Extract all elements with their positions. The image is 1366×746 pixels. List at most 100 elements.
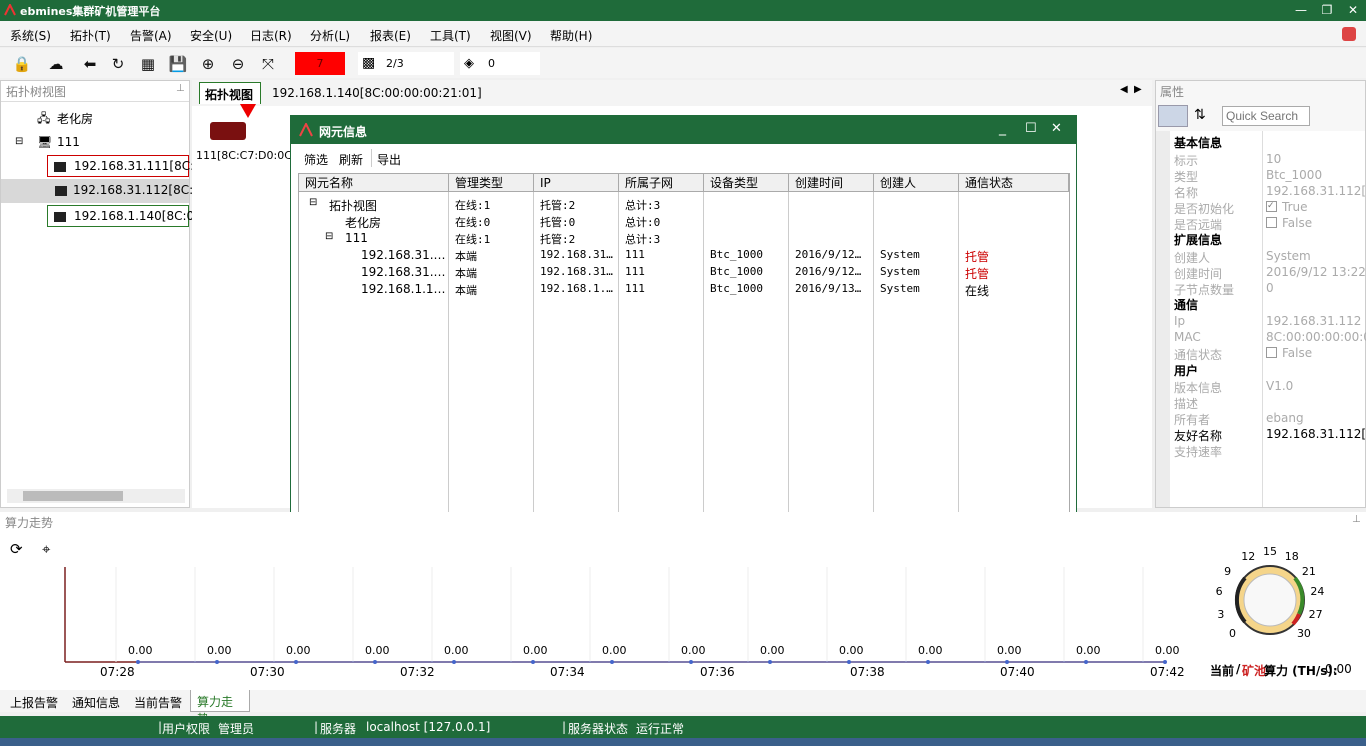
cell-status: 托管 xyxy=(965,250,990,264)
export-button[interactable]: 导出 xyxy=(377,151,401,168)
table-row[interactable]: 192.168.31.… 本端 192.168.31… 111 Btc_1000 2016… xyxy=(299,264,1069,281)
close-button[interactable]: ✕ xyxy=(1342,2,1364,18)
dialog-minimize-icon[interactable]: _ xyxy=(999,120,1006,136)
crosshair-icon[interactable]: ⌖ xyxy=(42,540,50,558)
prop-key: 所有者 xyxy=(1174,413,1211,427)
cell-creator: System xyxy=(880,265,920,278)
group-user[interactable]: 用户 xyxy=(1174,362,1198,379)
tree-node-miner-2[interactable]: 192.168.31.112[8C:00:0 xyxy=(1,179,220,203)
fit-icon[interactable]: ⤧ xyxy=(258,54,278,74)
tree-node-miner-3[interactable]: 192.168.1.140[8C:00:00 xyxy=(47,205,221,227)
data-label: 0.00 xyxy=(918,644,943,657)
cloud-icon[interactable]: ☁ xyxy=(46,54,66,74)
prop-key: Ip xyxy=(1174,314,1186,328)
minimize-button[interactable]: — xyxy=(1290,2,1312,18)
tab-reported-alarms[interactable]: 上报告警 xyxy=(10,694,58,711)
table-row[interactable]: 192.168.31.… 本端 192.168.31… 111 Btc_1000 2016… xyxy=(299,247,1069,264)
zoom-in-icon[interactable]: ⊕ xyxy=(198,54,218,74)
col-header-ip[interactable]: IP xyxy=(534,174,619,192)
col-header-subnet[interactable]: 所属子网 xyxy=(619,174,704,192)
dialog-close-icon[interactable]: ✕ xyxy=(1051,121,1062,136)
menu-system[interactable]: 系统(S) xyxy=(10,27,51,44)
menu-topology[interactable]: 拓扑(T) xyxy=(70,27,111,44)
tree-node-miner-1[interactable]: 192.168.31.111[8C:C7:D xyxy=(47,155,223,177)
dialog-title-bar[interactable]: 网元信息 _ ☐ ✕ xyxy=(291,116,1076,144)
pin-icon[interactable]: ⊥ xyxy=(1352,514,1361,525)
pin-icon[interactable]: ⊥ xyxy=(176,83,185,94)
panel-title: 拓扑树视图 xyxy=(6,85,67,99)
dialog-maximize-icon[interactable]: ☐ xyxy=(1025,121,1037,136)
sort-az-icon[interactable]: ⇅ xyxy=(1194,107,1206,123)
cell-status: 在线 xyxy=(965,284,990,298)
collapse-icon[interactable]: ⊟ xyxy=(15,136,23,147)
tab-scroll-right-icon[interactable]: ▶ xyxy=(1134,84,1142,95)
menu-help[interactable]: 帮助(H) xyxy=(550,27,592,44)
save-icon[interactable]: 💾 xyxy=(168,54,188,74)
filter-button[interactable]: 筛选 xyxy=(304,151,328,168)
checkbox-checked[interactable]: ✓ xyxy=(1266,201,1277,212)
menu-tools[interactable]: 工具(T) xyxy=(430,27,471,44)
col-header-name[interactable]: 网元名称 xyxy=(299,174,449,192)
tab-notifications[interactable]: 通知信息 xyxy=(72,694,120,711)
cell-ip: 托管:0 xyxy=(540,216,576,229)
menu-view[interactable]: 视图(V) xyxy=(490,27,532,44)
data-label: 0.00 xyxy=(365,644,390,657)
dialog-title: 网元信息 xyxy=(319,125,368,139)
col-header-mgmt[interactable]: 管理类型 xyxy=(449,174,534,192)
categorized-view-icon[interactable] xyxy=(1158,105,1188,127)
table-row[interactable]: ⊟ 111 在线:1 托管:2 总计:3 xyxy=(299,230,1069,247)
prop-value: 8C:00:00:00:00:0 xyxy=(1266,330,1366,344)
table-row[interactable]: 老化房 在线:0 托管:0 总计:0 xyxy=(299,213,1069,230)
restore-button[interactable]: ❐ xyxy=(1316,2,1338,18)
server-value: localhost [127.0.0.1] xyxy=(366,720,491,734)
tab-device[interactable]: 192.168.1.140[8C:00:00:00:21:01] xyxy=(272,86,482,100)
tree-node-icon: 🖧 xyxy=(37,111,51,125)
horizontal-scrollbar[interactable] xyxy=(7,489,185,503)
cell-type: Btc_1000 xyxy=(710,282,763,295)
table-row[interactable]: ⊟ 拓扑视图 在线:1 托管:2 总计:3 xyxy=(299,196,1069,213)
prop-key: 通信状态 xyxy=(1174,348,1223,362)
table-row[interactable]: 192.168.1.1… 本端 192.168.1.… 111 Btc_1000 2016… xyxy=(299,281,1069,298)
menu-alarm[interactable]: 告警(A) xyxy=(130,27,172,44)
col-header-creator[interactable]: 创建人 xyxy=(874,174,959,192)
menu-analysis[interactable]: 分析(L) xyxy=(310,27,350,44)
cell-name: 拓扑视图 xyxy=(329,199,378,213)
tree-node-aging-room[interactable]: 老化房 xyxy=(57,110,93,127)
expand-toggle-icon[interactable]: ⊟ xyxy=(325,231,333,242)
col-header-type[interactable]: 设备类型 xyxy=(704,174,789,192)
tab-current-alarms[interactable]: 当前告警 xyxy=(134,694,182,711)
view-tabs: 拓扑视图 192.168.1.140[8C:00:00:00:21:01] ◀ … xyxy=(192,80,1152,106)
cell-name: 192.168.31.… xyxy=(361,265,446,279)
expand-toggle-icon[interactable]: ⊟ xyxy=(309,197,317,208)
zoom-out-icon[interactable]: ⊖ xyxy=(228,54,248,74)
notification-icon[interactable] xyxy=(1342,27,1356,41)
prop-key: 创建人 xyxy=(1174,251,1211,265)
tab-hashrate-trend[interactable]: 算力走势 xyxy=(190,690,250,726)
alarm-count-badge[interactable]: 7 xyxy=(295,52,345,75)
tab-scroll-left-icon[interactable]: ◀ xyxy=(1120,84,1128,95)
col-header-status[interactable]: 通信状态 xyxy=(959,174,1069,192)
menu-log[interactable]: 日志(R) xyxy=(250,27,292,44)
group-communication[interactable]: 通信 xyxy=(1174,296,1198,313)
menu-security[interactable]: 安全(U) xyxy=(190,27,232,44)
group-extended[interactable]: 扩展信息 xyxy=(1174,231,1222,248)
checkbox-unchecked[interactable] xyxy=(1266,347,1277,358)
cell-mgmt: 在线:1 xyxy=(455,199,491,212)
back-icon[interactable]: ⬅ xyxy=(80,54,100,74)
grid-icon[interactable]: ▦ xyxy=(138,54,158,74)
col-header-created[interactable]: 创建时间 xyxy=(789,174,874,192)
menu-report[interactable]: 报表(E) xyxy=(370,27,411,44)
tree-node-111[interactable]: 111 xyxy=(57,135,80,149)
refresh-icon[interactable]: ⟳ xyxy=(10,540,23,558)
refresh-button[interactable]: 刷新 xyxy=(339,151,363,168)
data-label: 0.00 xyxy=(128,644,153,657)
device-icon[interactable] xyxy=(210,122,246,140)
gauge-tick-label: 3 xyxy=(1217,607,1225,621)
group-basic[interactable]: 基本信息 xyxy=(1174,134,1222,151)
checkbox-unchecked[interactable] xyxy=(1266,217,1277,228)
lock-icon[interactable]: 🔒 xyxy=(12,54,32,74)
quick-search-input[interactable] xyxy=(1222,106,1310,126)
refresh-icon[interactable]: ↻ xyxy=(108,54,128,74)
tab-topology[interactable]: 拓扑视图 xyxy=(199,82,261,104)
data-label: 0.00 xyxy=(839,644,864,657)
